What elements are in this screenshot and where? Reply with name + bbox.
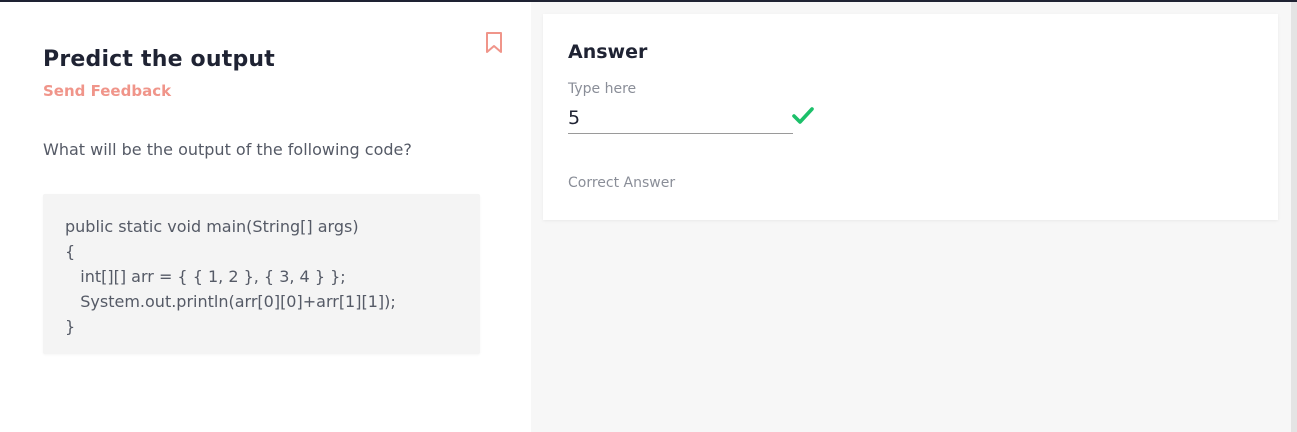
answer-input-label: Type here bbox=[568, 81, 637, 97]
check-icon bbox=[791, 105, 815, 127]
question-panel: Predict the output Send Feedback What wi… bbox=[0, 2, 531, 432]
code-line: { bbox=[65, 242, 76, 261]
bookmark-icon[interactable] bbox=[484, 31, 504, 55]
question-prompt: What will be the output of the following… bbox=[43, 140, 412, 159]
correct-answer-label: Correct Answer bbox=[568, 175, 676, 191]
send-feedback-link[interactable]: Send Feedback bbox=[43, 82, 171, 100]
question-title: Predict the output bbox=[43, 47, 275, 72]
code-line: public static void main(String[] args) bbox=[65, 217, 359, 236]
code-line: System.out.println(arr[0][0]+arr[1][1]); bbox=[65, 292, 396, 311]
answer-card: Answer Type here Correct Answer bbox=[543, 14, 1278, 220]
panel-scrollbar[interactable] bbox=[1291, 2, 1297, 432]
answer-input[interactable] bbox=[568, 103, 793, 134]
code-line: int[][] arr = { { 1, 2 }, { 3, 4 } }; bbox=[65, 267, 346, 286]
code-line: } bbox=[65, 317, 76, 336]
code-block: public static void main(String[] args) {… bbox=[43, 194, 480, 354]
answer-heading: Answer bbox=[568, 41, 648, 63]
